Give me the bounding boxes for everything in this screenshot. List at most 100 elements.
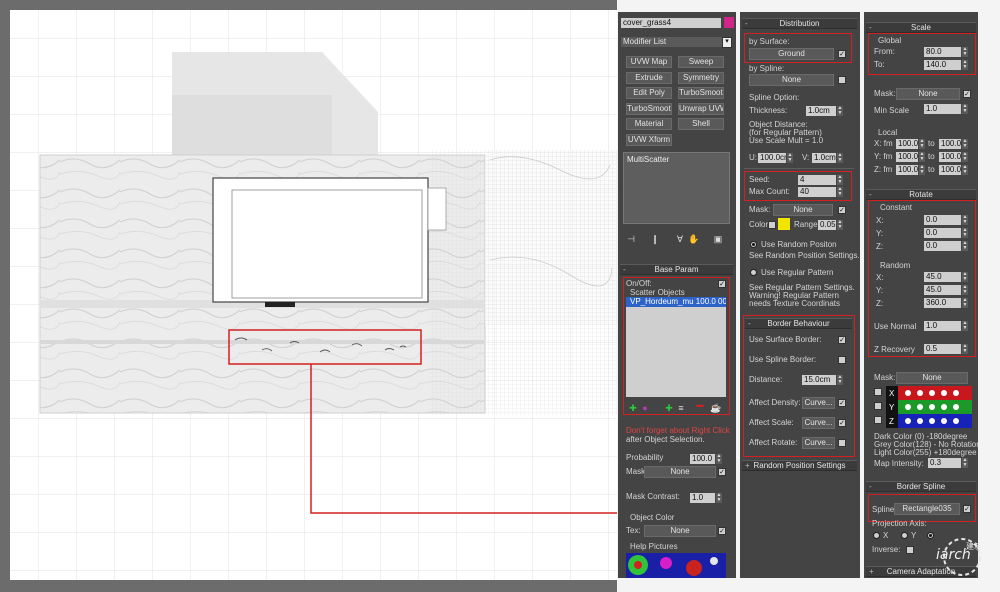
local-z-to-spinner[interactable]: ▲ ▼	[962, 165, 968, 175]
mask-button[interactable]: None	[644, 466, 716, 478]
const-x-field[interactable]: 0.0	[924, 215, 961, 225]
dist-mask-button[interactable]: None	[773, 204, 833, 216]
border-spline-rollout-header[interactable]: - Border Spline	[866, 481, 976, 492]
modifier-button-7[interactable]: Unwrap UVW	[678, 102, 724, 115]
object-color-swatch[interactable]	[724, 17, 734, 28]
modifier-button-10[interactable]: UVW Xform	[626, 133, 672, 146]
by-spline-button[interactable]: None	[749, 74, 834, 86]
rotate-mask-button[interactable]: None	[896, 372, 968, 384]
affect-scale-curve-button[interactable]: Curve...	[802, 417, 835, 429]
min-scale-field[interactable]: 1.0	[924, 104, 961, 114]
local-z-from-spinner[interactable]: ▲ ▼	[919, 165, 925, 175]
inverse-checkbox[interactable]	[906, 546, 914, 554]
from-spinner[interactable]: ▲ ▼	[962, 47, 968, 57]
u-field[interactable]: 100.0cr	[758, 153, 786, 163]
by-spline-checkbox[interactable]	[838, 76, 846, 84]
rot-map-checkbox-3[interactable]	[874, 416, 882, 424]
map-intensity-field[interactable]: 0.3	[928, 458, 961, 468]
probability-spinner[interactable]: ▲ ▼	[716, 454, 722, 464]
remove-modifier-icon[interactable]: ✋	[688, 234, 699, 244]
scale-rollout-header[interactable]: - Scale	[866, 22, 976, 33]
probability-field[interactable]: 100.0	[690, 454, 715, 464]
show-end-result-icon[interactable]: ❙	[650, 234, 660, 244]
dist-mask-checkbox[interactable]: ✓	[838, 206, 846, 214]
modifier-list-chevron-icon[interactable]: ▾	[722, 37, 732, 48]
affect-rotate-checkbox[interactable]	[838, 439, 846, 447]
min-scale-spinner[interactable]: ▲ ▼	[962, 104, 968, 114]
configure-sets-icon[interactable]: ▣	[712, 234, 724, 244]
border-behaviour-rollout-header[interactable]: - Border Behaviour	[745, 318, 852, 329]
rand-x-spinner[interactable]: ▲ ▼	[962, 272, 968, 282]
color-checkbox[interactable]	[768, 221, 776, 229]
modifier-button-1[interactable]: Sweep	[678, 56, 724, 68]
local-z-from-field[interactable]: 100.0	[896, 165, 918, 175]
const-z-spinner[interactable]: ▲ ▼	[962, 241, 968, 251]
distance-field[interactable]: 15.0cm	[802, 375, 836, 385]
use-surface-border-checkbox[interactable]: ✓	[838, 336, 846, 344]
to-spinner[interactable]: ▲ ▼	[962, 60, 968, 70]
rotate-rollout-header[interactable]: - Rotate	[866, 189, 976, 200]
local-x-to-spinner[interactable]: ▲ ▼	[962, 139, 968, 149]
affect-density-checkbox[interactable]: ✓	[838, 399, 846, 407]
affect-density-curve-button[interactable]: Curve...	[802, 397, 835, 409]
rot-map-checkbox-1[interactable]	[874, 388, 882, 396]
local-y-from-field[interactable]: 100.0	[896, 152, 918, 162]
spline-checkbox[interactable]: ✓	[963, 505, 971, 513]
rand-y-field[interactable]: 45.0	[924, 285, 961, 295]
use-random-radio[interactable]	[750, 241, 757, 248]
v-spinner[interactable]: ▲ ▼	[837, 153, 843, 163]
local-z-to-field[interactable]: 100.0	[939, 165, 961, 175]
object-name-field[interactable]: cover_grass4	[621, 18, 721, 28]
rot-map-checkbox-2[interactable]	[874, 402, 882, 410]
viewport[interactable]	[0, 0, 617, 592]
range-field[interactable]: 0.05	[818, 220, 836, 230]
distribution-rollout-header[interactable]: - Distribution	[742, 18, 857, 29]
mask-contrast-field[interactable]: 1.0	[690, 493, 715, 503]
rand-x-field[interactable]: 45.0	[924, 272, 961, 282]
axis-x-radio[interactable]	[873, 532, 880, 539]
thickness-spinner[interactable]: ▲ ▼	[837, 106, 843, 116]
const-z-field[interactable]: 0.0	[924, 241, 961, 251]
spline-button[interactable]: Rectangle035	[894, 503, 960, 515]
rand-y-spinner[interactable]: ▲ ▼	[962, 285, 968, 295]
z-recovery-field[interactable]: 0.5	[924, 344, 961, 354]
modifier-list-dropdown[interactable]: Modifier List	[621, 37, 723, 47]
const-x-spinner[interactable]: ▲ ▼	[962, 215, 968, 225]
local-x-from-field[interactable]: 100.0	[896, 139, 918, 149]
tex-checkbox[interactable]: ✓	[718, 527, 726, 535]
thickness-field[interactable]: 1.0cm	[806, 106, 836, 116]
modifier-stack[interactable]: MultiScatter	[623, 152, 730, 224]
distance-spinner[interactable]: ▲ ▼	[837, 375, 843, 385]
use-regular-radio[interactable]	[750, 269, 757, 276]
rand-z-field[interactable]: 360.0	[924, 298, 961, 308]
local-y-to-field[interactable]: 100.0	[939, 152, 961, 162]
modifier-button-8[interactable]: Material	[626, 118, 672, 130]
modifier-button-4[interactable]: Edit Poly	[626, 87, 672, 99]
local-x-from-spinner[interactable]: ▲ ▼	[919, 139, 925, 149]
modifier-button-6[interactable]: TurboSmooth	[626, 102, 672, 115]
use-spline-border-checkbox[interactable]	[838, 356, 846, 364]
const-y-field[interactable]: 0.0	[924, 228, 961, 238]
affect-scale-checkbox[interactable]: ✓	[838, 419, 846, 427]
mask-checkbox[interactable]: ✓	[718, 468, 726, 476]
range-spinner[interactable]: ▲ ▼	[837, 220, 843, 230]
random-position-settings-rollout-header[interactable]: + Random Position Settings	[742, 460, 857, 471]
mask-contrast-spinner[interactable]: ▲ ▼	[716, 493, 722, 503]
local-y-to-spinner[interactable]: ▲ ▼	[962, 152, 968, 162]
color-swatch[interactable]	[778, 218, 790, 230]
scale-mask-button[interactable]: None	[896, 88, 960, 100]
to-field[interactable]: 140.0	[924, 60, 961, 70]
modifier-button-2[interactable]: Extrude	[626, 71, 672, 84]
modifier-button-3[interactable]: Symmetry	[678, 71, 724, 84]
affect-rotate-curve-button[interactable]: Curve...	[802, 437, 835, 449]
pin-stack-icon[interactable]: ⊣	[626, 234, 636, 244]
use-normal-field[interactable]: 1.0	[924, 321, 961, 331]
modifier-button-9[interactable]: Shell	[678, 118, 724, 130]
rand-z-spinner[interactable]: ▲ ▼	[962, 298, 968, 308]
local-x-to-field[interactable]: 100.0	[939, 139, 961, 149]
v-field[interactable]: 1.0cm	[812, 153, 836, 163]
scale-mask-checkbox[interactable]: ✓	[963, 90, 971, 98]
u-spinner[interactable]: ▲ ▼	[787, 153, 793, 163]
map-intensity-spinner[interactable]: ▲ ▼	[962, 458, 968, 468]
local-y-from-spinner[interactable]: ▲ ▼	[919, 152, 925, 162]
